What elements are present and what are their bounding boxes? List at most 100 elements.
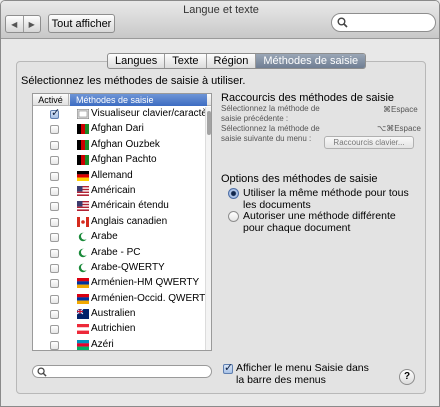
options-title: Options des méthodes de saisie [221,173,378,185]
list-item[interactable]: Azéri [33,338,205,350]
checkbox[interactable] [50,233,59,243]
show-all-button[interactable]: Tout afficher [48,14,115,33]
list-item[interactable]: Américain étendu [33,199,205,214]
list-search-field[interactable] [32,365,212,378]
crescent-icon [78,263,89,273]
list-header: Activé Méthodes de saisie [33,94,211,106]
checkbox[interactable] [50,294,59,304]
checkbox-checked[interactable] [50,106,60,119]
column-header-method[interactable]: Méthodes de saisie [70,94,207,106]
flag-afghanistan-icon [77,155,89,166]
keyboard-viewer-icon [77,109,89,119]
checkbox[interactable] [50,263,59,273]
shortcut-next-key: ⌥⌘Espace [377,124,421,133]
list-item[interactable]: Afghan Ouzbek [33,138,205,153]
list-item-label: Américain [91,184,136,196]
shortcut-prev-label: Sélectionnez la méthode de saisie précéd… [221,104,320,123]
preferences-window: Langue et texte ◀ ▶ Tout afficher Langue… [0,0,440,407]
list-item-label: Azéri [91,338,114,350]
list-item[interactable]: Arménien-Occid. QWERTY [33,292,211,307]
flag-afghanistan-icon [77,139,89,150]
list-item-label: Afghan Ouzbek [91,138,160,150]
radio-same-label: Utiliser la même méthode pour tous les d… [243,187,409,211]
checkbox[interactable] [50,325,59,335]
checkbox[interactable] [50,202,59,212]
checkbox[interactable] [50,310,59,320]
radio-button[interactable] [228,211,239,222]
checkbox[interactable] [50,248,59,258]
list-item-label: Anglais canadien [91,215,168,227]
flag-usa-icon [77,201,89,212]
list-item[interactable]: Anglais canadien [33,215,205,230]
help-button[interactable]: ? [399,369,415,385]
tab-langues[interactable]: Langues [108,54,164,68]
tab-region[interactable]: Région [205,54,256,68]
shortcuts-title: Raccourcis des méthodes de saisie [221,92,395,104]
checkbox[interactable] [50,140,59,150]
flag-australia-icon [77,309,89,320]
list-rows: Visualiseur clavier/caractères Afghan Dar… [33,106,211,350]
forward-arrow-icon[interactable]: ▶ [22,16,41,32]
list-item[interactable]: Australien [33,307,205,322]
checkbox[interactable] [50,125,59,135]
list-item-label: Autrichien [91,323,136,335]
flag-armenia-icon [77,293,89,304]
list-item-label: Australien [91,308,136,320]
crescent-icon [78,248,89,257]
tab-bar: Langues Texte Région Méthodes de saisie [107,53,367,69]
list-item-label: Arabe-QWERTY [91,261,165,273]
flag-austria-icon [77,324,89,335]
instruction-text: Sélectionnez les méthodes de saisie à ut… [21,75,246,87]
list-item[interactable]: Allemand [33,169,205,184]
list-item[interactable]: Arabe - PC [33,246,205,261]
checkbox[interactable] [50,171,59,181]
checkbox[interactable] [50,186,59,196]
flag-germany-icon [77,170,89,181]
search-icon [337,17,348,28]
list-item-label: Allemand [91,169,133,181]
flag-canada-icon [77,216,89,227]
radio-button-selected[interactable] [228,188,239,199]
list-item[interactable]: Arménien-HM QWERTY [33,276,205,291]
list-item[interactable]: Arabe-QWERTY [33,261,205,276]
list-item[interactable]: Arabe [33,230,205,245]
crescent-icon [78,232,89,242]
list-item[interactable]: Afghan Pachto [33,153,205,168]
scrollbar-thumb[interactable] [207,111,211,135]
scrollbar[interactable] [205,107,211,350]
list-item-label: Américain étendu [91,200,169,212]
checkbox[interactable] [50,156,59,166]
list-item-label: Visualiseur clavier/caractères [91,108,212,119]
checkbox[interactable] [50,279,59,289]
radio-different-label: Autoriser une méthode différente pour ch… [243,210,396,234]
flag-afghanistan-icon [77,124,89,135]
list-item-label: Arabe - PC [91,246,141,258]
search-field[interactable] [331,13,436,32]
list-item-label: Arménien-Occid. QWERTY [91,292,212,304]
list-item-label: Afghan Dari [91,123,144,135]
list-item[interactable]: Autrichien [33,322,205,337]
keyboard-shortcuts-button[interactable]: Raccourcis clavier... [324,136,414,149]
flag-usa-icon [77,185,89,196]
column-header-enabled[interactable]: Activé [33,94,69,106]
flag-azerbaijan-icon [77,339,89,350]
checkbox[interactable] [50,217,59,227]
show-input-menu-label: Afficher le menu Saisie dans la barre de… [236,362,369,386]
titlebar: Langue et texte ◀ ▶ Tout afficher [1,1,439,39]
checkbox[interactable] [50,340,59,350]
list-item-label: Arménien-HM QWERTY [91,277,200,289]
back-forward-group: ◀ ▶ [5,15,41,33]
shortcut-next-label: Sélectionnez la méthode de saisie suivan… [221,124,320,143]
list-item[interactable]: Visualiseur clavier/caractères [33,106,211,122]
back-arrow-icon[interactable]: ◀ [6,16,23,32]
tab-methodes-de-saisie[interactable]: Méthodes de saisie [255,54,366,68]
search-icon [37,367,47,377]
shortcut-prev-key: ⌘Espace [383,105,418,114]
list-item[interactable]: Américain [33,184,205,199]
list-item[interactable]: Afghan Dari [33,122,205,137]
flag-armenia-icon [77,278,89,289]
list-item-label: Arabe [91,231,118,243]
input-methods-list[interactable]: Activé Méthodes de saisie Visualiseur cl… [32,93,212,351]
checkbox-checked[interactable] [223,361,233,374]
tab-texte[interactable]: Texte [164,54,205,68]
